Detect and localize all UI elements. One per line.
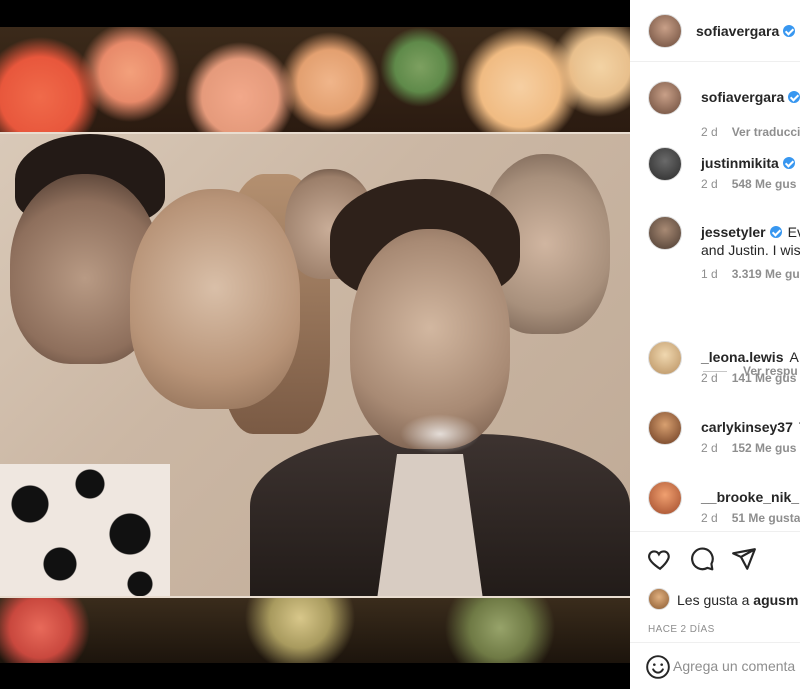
comment-input[interactable]: Agrega un comenta: [673, 658, 795, 674]
post-side-panel: sofiavergara sofiavergara 2 d Ver traducc…: [630, 0, 800, 689]
comment-avatar[interactable]: [648, 147, 682, 181]
comment-username[interactable]: __brooke_nik_: [701, 489, 799, 505]
comment-likes[interactable]: 548 Me gus: [732, 177, 797, 191]
verified-badge-icon: [788, 91, 800, 103]
verified-badge-icon: [769, 226, 782, 238]
liker-username[interactable]: agusm: [753, 592, 798, 608]
add-comment-bar: Agrega un comenta: [630, 642, 800, 689]
comment-text: Eve: [787, 224, 800, 240]
comments-list[interactable]: sofiavergara 2 d Ver traducci justinmikit…: [630, 63, 800, 531]
see-translation-link[interactable]: Ver traducci: [732, 125, 800, 139]
comment-likes[interactable]: 3.319 Me gu: [732, 267, 800, 281]
post-actions-bar: [630, 531, 800, 585]
comment-username[interactable]: jessetyler: [701, 224, 766, 240]
liker-avatar[interactable]: [648, 588, 670, 610]
comment-likes[interactable]: 51 Me gusta: [732, 511, 800, 525]
post-photo: [0, 27, 630, 663]
comment-likes[interactable]: 141 Me gus: [732, 371, 797, 385]
comment-meta: 2 d 548 Me gus: [701, 177, 797, 191]
share-icon[interactable]: [731, 546, 757, 572]
photo-flowers-bottom: [0, 598, 630, 663]
post-header: sofiavergara: [630, 0, 800, 62]
comment-username[interactable]: _leona.lewis: [701, 349, 783, 365]
author-avatar[interactable]: [648, 13, 682, 48]
comment-icon[interactable]: [689, 546, 715, 572]
heart-icon[interactable]: [647, 546, 673, 572]
likes-summary[interactable]: Les gusta a agusm: [648, 588, 800, 612]
comment-meta: 2 d 141 Me gus: [701, 371, 797, 385]
post-media[interactable]: [0, 0, 630, 689]
comment-username[interactable]: sofiavergara: [701, 89, 784, 105]
comment-username[interactable]: justinmikita: [701, 155, 779, 171]
comment-username[interactable]: carlykinsey37: [701, 419, 793, 435]
comment-text-line2: and Justin. I wis: [701, 242, 800, 258]
comment-text: A s: [789, 349, 800, 365]
comment-avatar[interactable]: [648, 216, 682, 250]
comment-meta: 2 d 152 Me gus: [701, 441, 797, 455]
comment-likes[interactable]: 152 Me gus: [732, 441, 797, 455]
comment-avatar[interactable]: [648, 411, 682, 445]
emoji-icon[interactable]: [645, 654, 671, 680]
comment-meta: 2 d 51 Me gusta: [701, 511, 800, 525]
post-date[interactable]: HACE 2 DÍAS: [648, 624, 715, 635]
author-username[interactable]: sofiavergara: [696, 23, 796, 39]
verified-badge-icon: [783, 24, 796, 37]
comment-avatar[interactable]: [648, 341, 682, 375]
comment-meta: 1 d 3.319 Me gu: [701, 267, 800, 281]
photo-flowers-top: [0, 27, 630, 137]
photobooth-print: [0, 132, 630, 598]
comment-avatar[interactable]: [648, 81, 682, 115]
verified-badge-icon: [782, 157, 795, 169]
comment-avatar[interactable]: [648, 481, 682, 515]
comment-meta: 2 d Ver traducci: [701, 125, 800, 139]
